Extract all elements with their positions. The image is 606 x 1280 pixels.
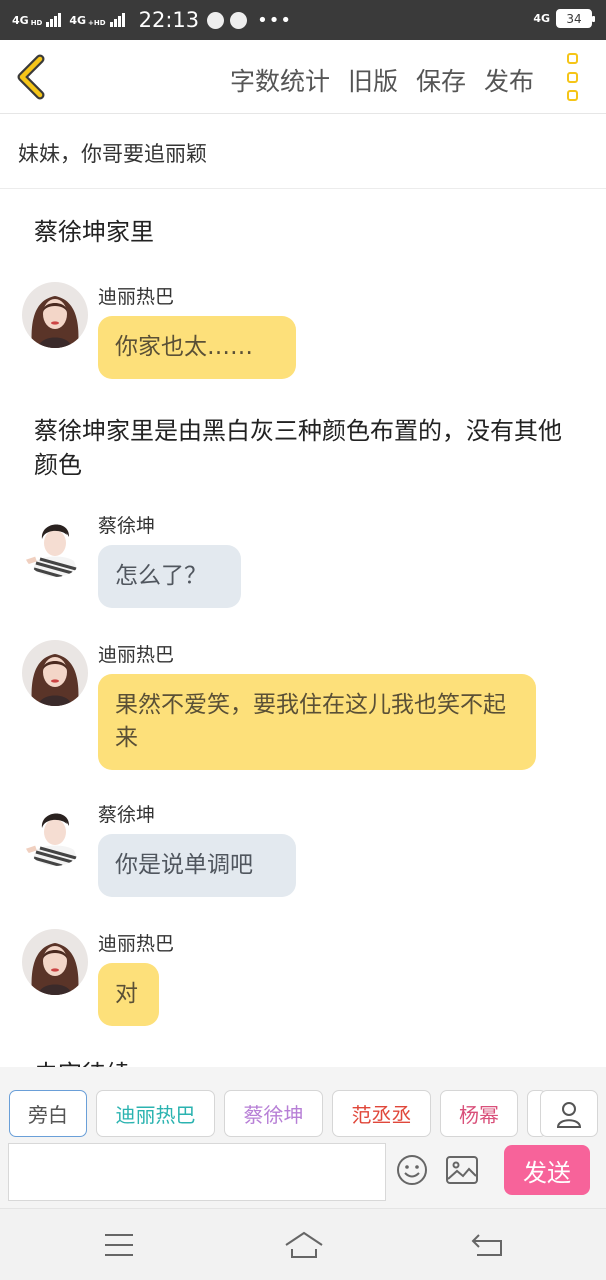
menu-dot-icon xyxy=(566,71,578,83)
signal-icon: 4G HD xyxy=(12,13,62,27)
add-character-button[interactable] xyxy=(540,1090,598,1137)
word-count-button[interactable]: 字数统计 xyxy=(230,62,330,98)
clock: 22:13 xyxy=(138,8,200,32)
avatar-dilireba xyxy=(22,282,88,348)
story-title[interactable]: 妹妹，你哥要追丽颖 xyxy=(0,114,606,189)
character-selector: 旁白 迪丽热巴 蔡徐坤 范丞丞 杨幂 xyxy=(0,1067,606,1137)
hamburger-icon xyxy=(105,1234,133,1256)
character-chip-label: 范丞丞 xyxy=(351,1103,412,1127)
system-nav-bar xyxy=(0,1208,606,1280)
network-type: 4G xyxy=(533,12,550,25)
emoji-button[interactable] xyxy=(395,1153,429,1187)
return-icon xyxy=(471,1234,502,1256)
battery-icon: 34 xyxy=(556,9,595,28)
character-chip-label: 旁白 xyxy=(28,1103,68,1127)
speaker-name: 迪丽热巴 xyxy=(98,644,175,666)
message-bubble: 对 xyxy=(98,963,159,1026)
character-chip-yangmi[interactable]: 杨幂 xyxy=(440,1090,518,1137)
character-chip-fanchengcheng[interactable]: 范丞丞 xyxy=(332,1090,431,1137)
speaker-name: 迪丽热巴 xyxy=(98,933,175,955)
character-chip-dilireba[interactable]: 迪丽热巴 xyxy=(96,1090,215,1137)
message-bubble: 你是说单调吧 xyxy=(98,834,296,897)
chevron-left-icon xyxy=(17,54,45,100)
avatar-dilireba xyxy=(22,929,88,995)
old-version-button[interactable]: 旧版 xyxy=(348,62,398,98)
character-chip-label: 迪丽热巴 xyxy=(115,1103,196,1127)
editor-toolbar: 字数统计 旧版 保存 发布 xyxy=(0,40,606,114)
planet-app-icon xyxy=(207,11,225,29)
avatar-caixukun xyxy=(22,511,88,577)
more-notifications-icon: ••• xyxy=(257,9,292,31)
chat-message[interactable]: 蔡徐坤 怎么了？ xyxy=(22,511,582,621)
character-chip-label: 蔡徐坤 xyxy=(243,1103,304,1127)
insert-image-button[interactable] xyxy=(445,1155,479,1185)
narration-text-partial: 未完待续 xyxy=(34,1054,130,1067)
more-menu-button[interactable] xyxy=(562,53,582,101)
message-bubble: 你家也太…… xyxy=(98,316,296,379)
back-nav-button[interactable] xyxy=(469,1229,505,1261)
battery-level: 34 xyxy=(566,11,582,26)
message-bubble: 果然不爱笑，要我住在这儿我也笑不起来 xyxy=(98,674,536,770)
message-bubble: 怎么了？ xyxy=(98,545,241,608)
smiley-icon xyxy=(397,1155,427,1185)
status-bar: 4G HD 4G +HD 22:13 ••• 4G 34 xyxy=(0,0,606,40)
speaker-name: 蔡徐坤 xyxy=(98,804,156,826)
user-icon xyxy=(556,1101,582,1128)
chat-message[interactable]: 迪丽热巴 果然不爱笑，要我住在这儿我也笑不起来 xyxy=(22,640,582,780)
character-chip-caixukun[interactable]: 蔡徐坤 xyxy=(224,1090,323,1137)
back-button[interactable] xyxy=(12,54,52,100)
signal-icon-2: 4G +HD xyxy=(69,13,125,27)
avatar-caixukun xyxy=(22,800,88,866)
input-bar: 发送 xyxy=(0,1137,606,1208)
menu-dot-icon xyxy=(566,53,578,64)
home-nav-button[interactable] xyxy=(284,1229,324,1261)
chat-message[interactable]: 蔡徐坤 你是说单调吧 xyxy=(22,800,582,910)
narration-text: 蔡徐坤家里是由黑白灰三种颜色布置的，没有其他颜色 xyxy=(34,417,562,479)
speaker-name: 迪丽热巴 xyxy=(98,286,175,308)
chat-message[interactable]: 迪丽热巴 你家也太…… xyxy=(22,282,582,392)
chat-message[interactable]: 迪丽热巴 对 xyxy=(22,929,582,1039)
speaker-name: 蔡徐坤 xyxy=(98,515,156,537)
publish-button[interactable]: 发布 xyxy=(484,62,534,98)
jovi-app-icon xyxy=(230,11,248,29)
message-input[interactable] xyxy=(8,1143,386,1201)
save-button[interactable]: 保存 xyxy=(416,62,466,98)
avatar-dilireba xyxy=(22,640,88,706)
character-chip-label: 杨幂 xyxy=(459,1103,499,1127)
image-icon xyxy=(446,1156,478,1184)
send-button[interactable]: 发送 xyxy=(504,1145,590,1195)
character-chip-narrator[interactable]: 旁白 xyxy=(9,1090,87,1137)
home-icon xyxy=(285,1231,323,1258)
menu-dot-icon xyxy=(566,90,578,101)
menu-nav-button[interactable] xyxy=(101,1229,137,1261)
narration-text: 蔡徐坤家里 xyxy=(34,218,154,246)
story-content[interactable]: 蔡徐坤家里 迪丽热巴 你家也太…… 蔡徐坤家里是由黑白灰三种颜色布置的，没有其他… xyxy=(0,189,606,1067)
